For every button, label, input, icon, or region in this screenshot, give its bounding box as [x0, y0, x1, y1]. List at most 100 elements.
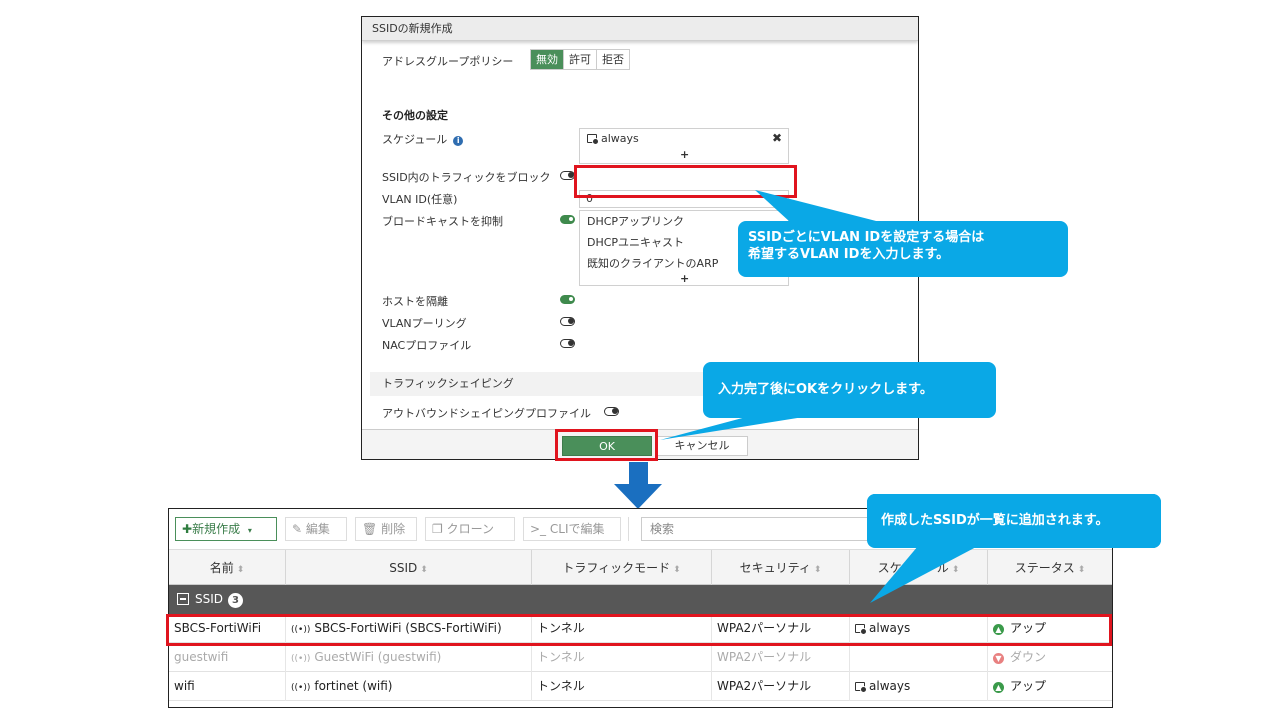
sort-icon: ⬍: [813, 565, 822, 575]
outbound-shaping-profile-toggle[interactable]: [604, 407, 619, 416]
clone-button[interactable]: ❐ クローン: [425, 517, 515, 541]
nac-profile-toggle[interactable]: [560, 339, 575, 348]
cell-schedule-text: always: [869, 679, 911, 693]
cell-name: guestwifi: [169, 643, 286, 672]
toolbar-divider: [628, 517, 629, 541]
sort-icon: ⬍: [1077, 565, 1086, 575]
search-input[interactable]: 検索: [641, 517, 901, 541]
column-name-label: 名前: [209, 561, 234, 575]
schedule-icon: [855, 624, 867, 635]
column-ssid-label: SSID: [389, 561, 418, 575]
column-security-label: セキュリティ: [739, 561, 811, 575]
remove-schedule-icon[interactable]: ✖: [772, 131, 782, 145]
cell-status-text: ダウン: [1010, 650, 1047, 664]
cell-ssid: ((•)) SBCS-FortiWiFi (SBCS-FortiWiFi): [286, 614, 532, 643]
table-row[interactable]: wifi ((•)) fortinet (wifi) トンネル WPA2パーソナル…: [169, 672, 1112, 701]
cell-status: ▲ アップ: [988, 614, 1112, 643]
cli-edit-label: CLIで編集: [549, 522, 605, 536]
vlan-pooling-label: VLANプーリング: [382, 317, 467, 330]
isolate-hosts-label: ホストを隔離: [382, 295, 448, 308]
cell-status-text: アップ: [1010, 621, 1047, 635]
schedule-icon: [855, 682, 867, 693]
cell-status: ▲ アップ: [988, 672, 1112, 701]
dialog-footer: OK キャンセル: [362, 429, 918, 459]
table-row[interactable]: guestwifi ((•)) GuestWiFi (guestwifi) トンネ…: [169, 643, 1112, 672]
address-group-policy-label: アドレスグループポリシー: [382, 55, 514, 68]
cell-security: WPA2パーソナル: [712, 614, 850, 643]
address-group-policy-selector: 無効 許可 拒否: [530, 49, 630, 70]
table-header: 名前 ⬍ SSID ⬍ トラフィックモード ⬍ セキュリティ ⬍ スケジュール ⬍ ステー…: [169, 549, 1112, 586]
create-new-button[interactable]: ✚新規作成 ▾: [175, 517, 277, 541]
group-label: SSID: [195, 592, 224, 606]
down-arrow-icon: [614, 462, 662, 509]
cell-schedule: always: [850, 672, 988, 701]
isolate-hosts-toggle[interactable]: [560, 295, 575, 304]
plus-icon: ✚: [182, 522, 193, 536]
column-schedule-label: スケジュール: [877, 561, 949, 575]
column-header-name[interactable]: 名前 ⬍: [169, 550, 286, 586]
cell-schedule: always: [850, 614, 988, 643]
block-intra-ssid-label: SSID内のトラフィックをブロック: [382, 171, 551, 184]
vlan-id-label: VLAN ID(任意): [382, 193, 458, 206]
trash-icon: 🗑: [362, 522, 378, 536]
cell-schedule-text: always: [869, 621, 911, 635]
column-header-security[interactable]: セキュリティ ⬍: [712, 550, 850, 586]
vlan-id-input[interactable]: 0: [579, 190, 789, 208]
schedule-entry: always: [587, 132, 639, 145]
cell-mode: トンネル: [532, 643, 712, 672]
broadcast-suppression-toggle[interactable]: [560, 215, 575, 224]
cell-status: ▼ ダウン: [988, 643, 1112, 672]
sort-icon: ⬍: [236, 565, 245, 575]
schedule-icon: [587, 134, 599, 145]
policy-option-disabled[interactable]: 無効: [531, 50, 564, 69]
edit-label: 編集: [305, 522, 330, 536]
ok-callout: 入力完了後にOKをクリックします。: [703, 362, 996, 418]
list-item: DHCPアップリンク: [587, 215, 685, 228]
add-broadcast-item-icon[interactable]: +: [680, 272, 689, 285]
outbound-shaping-profile-label: アウトバウンドシェイピングプロファイル: [382, 407, 591, 420]
column-header-status[interactable]: ステータス ⬍: [988, 550, 1112, 586]
cell-mode: トンネル: [532, 672, 712, 701]
cell-ssid-text: GuestWiFi (guestwifi): [314, 650, 442, 664]
policy-option-allow[interactable]: 許可: [564, 50, 597, 69]
arrow-up-icon: ▲: [993, 682, 1004, 693]
cell-ssid: ((•)) GuestWiFi (guestwifi): [286, 643, 532, 672]
sort-icon: ⬍: [951, 565, 960, 575]
nac-profile-label: NACプロファイル: [382, 339, 472, 352]
list-callout-overlay: 作成したSSIDが一覧に追加されます。: [867, 494, 1161, 548]
sort-icon: ⬍: [673, 565, 681, 575]
collapse-icon[interactable]: [177, 593, 189, 605]
delete-button[interactable]: 🗑 削除: [355, 517, 417, 541]
vlan-pooling-toggle[interactable]: [560, 317, 575, 326]
list-item: DHCPユニキャスト: [587, 236, 685, 249]
table-row[interactable]: SBCS-FortiWiFi ((•)) SBCS-FortiWiFi (SBCS…: [169, 614, 1112, 643]
cell-ssid-text: fortinet (wifi): [314, 679, 393, 693]
delete-label: 削除: [381, 522, 406, 536]
dialog-title: SSIDの新規作成: [362, 17, 918, 41]
column-header-traffic-mode[interactable]: トラフィックモード ⬍: [532, 550, 712, 586]
column-header-schedule[interactable]: スケジュール ⬍: [850, 550, 988, 586]
column-traffic-mode-label: トラフィックモード: [562, 561, 671, 575]
arrow-up-icon: ▲: [993, 624, 1004, 635]
cell-ssid: ((•)) fortinet (wifi): [286, 672, 532, 701]
schedule-label-text: スケジュール: [382, 133, 448, 146]
ok-button[interactable]: OK: [562, 436, 652, 456]
ssid-group-row[interactable]: SSID 3: [169, 585, 1112, 614]
terminal-icon: >_: [530, 522, 547, 536]
edit-button[interactable]: ✎ 編集: [285, 517, 347, 541]
schedule-field[interactable]: always ✖ +: [579, 128, 789, 164]
cli-edit-button[interactable]: >_ CLIで編集: [523, 517, 621, 541]
block-intra-ssid-toggle[interactable]: [560, 171, 575, 180]
column-header-ssid[interactable]: SSID ⬍: [286, 550, 532, 586]
cell-status-text: アップ: [1010, 679, 1047, 693]
create-new-label: 新規作成: [192, 522, 241, 536]
policy-option-deny[interactable]: 拒否: [597, 50, 629, 69]
cell-name: wifi: [169, 672, 286, 701]
count-badge: 3: [228, 593, 244, 608]
cell-schedule: [850, 643, 988, 672]
other-settings-heading: その他の設定: [382, 109, 448, 122]
info-icon[interactable]: i: [453, 136, 464, 146]
cancel-button[interactable]: キャンセル: [656, 436, 748, 456]
cell-mode: トンネル: [532, 614, 712, 643]
add-schedule-icon[interactable]: +: [680, 148, 689, 161]
